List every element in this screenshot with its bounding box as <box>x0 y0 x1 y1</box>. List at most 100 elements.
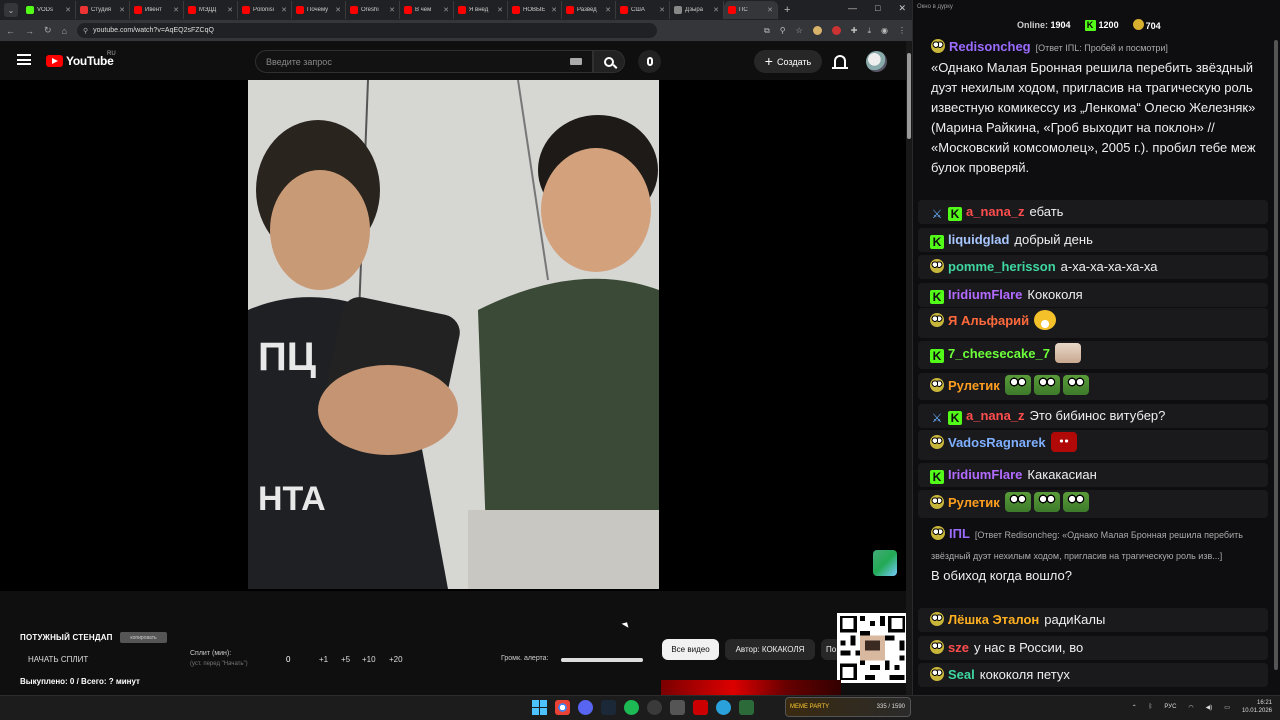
chat-username[interactable]: a_nana_z <box>966 204 1025 219</box>
home-icon[interactable]: ⌂ <box>62 26 67 36</box>
split-plus-1-button[interactable]: +1 <box>319 655 328 664</box>
chat-scrollbar-thumb[interactable] <box>1274 40 1278 670</box>
tab-close-icon[interactable]: ✕ <box>119 6 125 14</box>
maximize-icon[interactable]: □ <box>875 3 880 14</box>
chat-username[interactable]: IПL <box>949 526 970 541</box>
tab-close-icon[interactable]: ✕ <box>713 6 719 14</box>
browser-tab[interactable]: Ивент ✕ <box>130 1 184 19</box>
taskbar-promo-widget[interactable]: MEME PARTY 335 / 1590 <box>785 697 911 717</box>
search-input[interactable]: Введите запрос <box>255 50 593 73</box>
chat-username[interactable]: sze <box>948 640 969 655</box>
reload-icon[interactable]: ↻ <box>44 25 52 36</box>
clock[interactable]: 16:21 10.01.2026 <box>1242 699 1272 715</box>
tab-close-icon[interactable]: ✕ <box>497 6 503 14</box>
video-app-icon[interactable] <box>693 700 708 715</box>
chat-scrollbar[interactable] <box>1273 36 1279 686</box>
extension-icon[interactable] <box>831 26 841 35</box>
extension-icon[interactable] <box>812 26 822 35</box>
tab-close-icon[interactable]: ✕ <box>443 6 449 14</box>
split-value[interactable]: 0 <box>286 655 290 664</box>
spotify-icon[interactable] <box>624 700 639 715</box>
chrome-icon[interactable] <box>555 700 570 715</box>
tab-close-icon[interactable]: ✕ <box>605 6 611 14</box>
tab-close-icon[interactable]: ✕ <box>389 6 395 14</box>
tab-close-icon[interactable]: ✕ <box>281 6 287 14</box>
back-icon[interactable]: ← <box>6 26 15 36</box>
tab-close-icon[interactable]: ✕ <box>173 6 179 14</box>
chip-author[interactable]: Автор: КОКАКОЛЯ <box>725 639 815 660</box>
extensions-puzzle-icon[interactable]: ✚ <box>851 26 858 35</box>
split-plus-20-button[interactable]: +20 <box>389 655 403 664</box>
chat-username[interactable]: pomme_herisson <box>948 259 1056 274</box>
video-player[interactable]: ПЦ НТА <box>0 80 906 591</box>
split-plus-5-button[interactable]: +5 <box>341 655 350 664</box>
browser-menu-icon[interactable]: ⋮ <box>898 26 906 35</box>
tab-close-icon[interactable]: ✕ <box>659 6 665 14</box>
browser-tab[interactable]: Дзыра ✕ <box>670 1 724 19</box>
app-icon[interactable] <box>739 700 754 715</box>
bookmark-star-icon[interactable]: ☆ <box>796 26 803 35</box>
chat-username[interactable]: Рулетик <box>948 378 1000 393</box>
browser-tab[interactable]: Студия ✕ <box>76 1 130 19</box>
profile-icon[interactable]: ◉ <box>881 26 888 35</box>
tab-close-icon[interactable]: ✕ <box>551 6 557 14</box>
voice-search-button[interactable] <box>638 50 661 73</box>
site-info-icon[interactable]: ⚲ <box>83 27 88 35</box>
battery-icon[interactable]: ▭ <box>1224 704 1230 711</box>
chat-username[interactable]: VadosRagnarek <box>948 435 1046 450</box>
app-icon[interactable] <box>647 700 662 715</box>
menu-icon[interactable] <box>17 54 31 65</box>
chip-all-videos[interactable]: Все видео <box>662 639 719 660</box>
chat-username[interactable]: Рулетик <box>948 495 1000 510</box>
chat-username[interactable]: Лёшка Эталон <box>948 612 1039 627</box>
browser-tab[interactable]: Я внед ✕ <box>454 1 508 19</box>
chat-username[interactable]: IridiumFlare <box>948 467 1022 482</box>
app-icon[interactable] <box>670 700 685 715</box>
chat-username[interactable]: 7_cheesecake_7 <box>948 346 1050 361</box>
split-plus-10-button[interactable]: +10 <box>362 655 376 664</box>
youtube-logo[interactable]: YouTube <box>46 54 114 68</box>
steam-icon[interactable] <box>601 700 616 715</box>
install-icon[interactable]: ⧉ <box>764 26 770 36</box>
start-menu-icon[interactable] <box>532 700 547 715</box>
volume-icon[interactable]: ◀) <box>1206 704 1213 711</box>
language-indicator[interactable]: РУС <box>1164 704 1176 710</box>
wifi-icon[interactable]: ◠ <box>1188 704 1193 711</box>
browser-tab[interactable]: Polonisi ✕ <box>238 1 292 19</box>
search-button[interactable] <box>593 50 625 73</box>
browser-tab[interactable]: Почему ✕ <box>292 1 346 19</box>
tray-expand-icon[interactable]: ⌃ <box>1132 704 1137 711</box>
alert-volume-slider[interactable] <box>561 658 643 662</box>
browser-tab[interactable]: В чем ✕ <box>400 1 454 19</box>
browser-tab[interactable]: НОВЫЕ ✕ <box>508 1 562 19</box>
browser-tab[interactable]: VODs ✕ <box>22 1 76 19</box>
tab-close-icon[interactable]: ✕ <box>767 6 773 14</box>
promo-banner-image[interactable] <box>661 680 841 695</box>
discord-icon[interactable] <box>578 700 593 715</box>
account-avatar[interactable] <box>866 51 887 72</box>
new-tab-button[interactable]: + <box>784 4 790 16</box>
tab-close-icon[interactable]: ✕ <box>335 6 341 14</box>
chat-username[interactable]: a_nana_z <box>966 408 1025 423</box>
tab-close-icon[interactable]: ✕ <box>227 6 233 14</box>
browser-tab[interactable]: Oreshi ✕ <box>346 1 400 19</box>
copy-button[interactable]: копировать <box>120 632 167 643</box>
chat-username[interactable]: Redisoncheg <box>949 39 1031 54</box>
browser-tab[interactable]: Развед ✕ <box>562 1 616 19</box>
video-frame[interactable]: ПЦ НТА <box>248 80 659 589</box>
chat-username[interactable]: IridiumFlare <box>948 287 1022 302</box>
start-split-button[interactable]: НАЧАТЬ СПЛИТ <box>28 655 88 664</box>
close-icon[interactable]: ✕ <box>898 3 906 14</box>
chat-username[interactable]: liquidglad <box>948 232 1009 247</box>
forward-icon[interactable]: → <box>25 26 34 36</box>
tab-search-button[interactable]: ⌄ <box>4 3 18 17</box>
telegram-icon[interactable] <box>716 700 731 715</box>
bluetooth-icon[interactable]: ᛒ <box>1149 704 1153 710</box>
create-button[interactable]: + Создать <box>754 50 822 73</box>
browser-tab[interactable]: МЭДД ✕ <box>184 1 238 19</box>
keyboard-icon[interactable] <box>570 58 582 65</box>
downloads-icon[interactable]: ⤓ <box>867 26 871 36</box>
page-scrollbar-thumb[interactable] <box>907 53 911 139</box>
chat-username[interactable]: Seal <box>948 667 975 682</box>
tab-close-icon[interactable]: ✕ <box>65 6 71 14</box>
